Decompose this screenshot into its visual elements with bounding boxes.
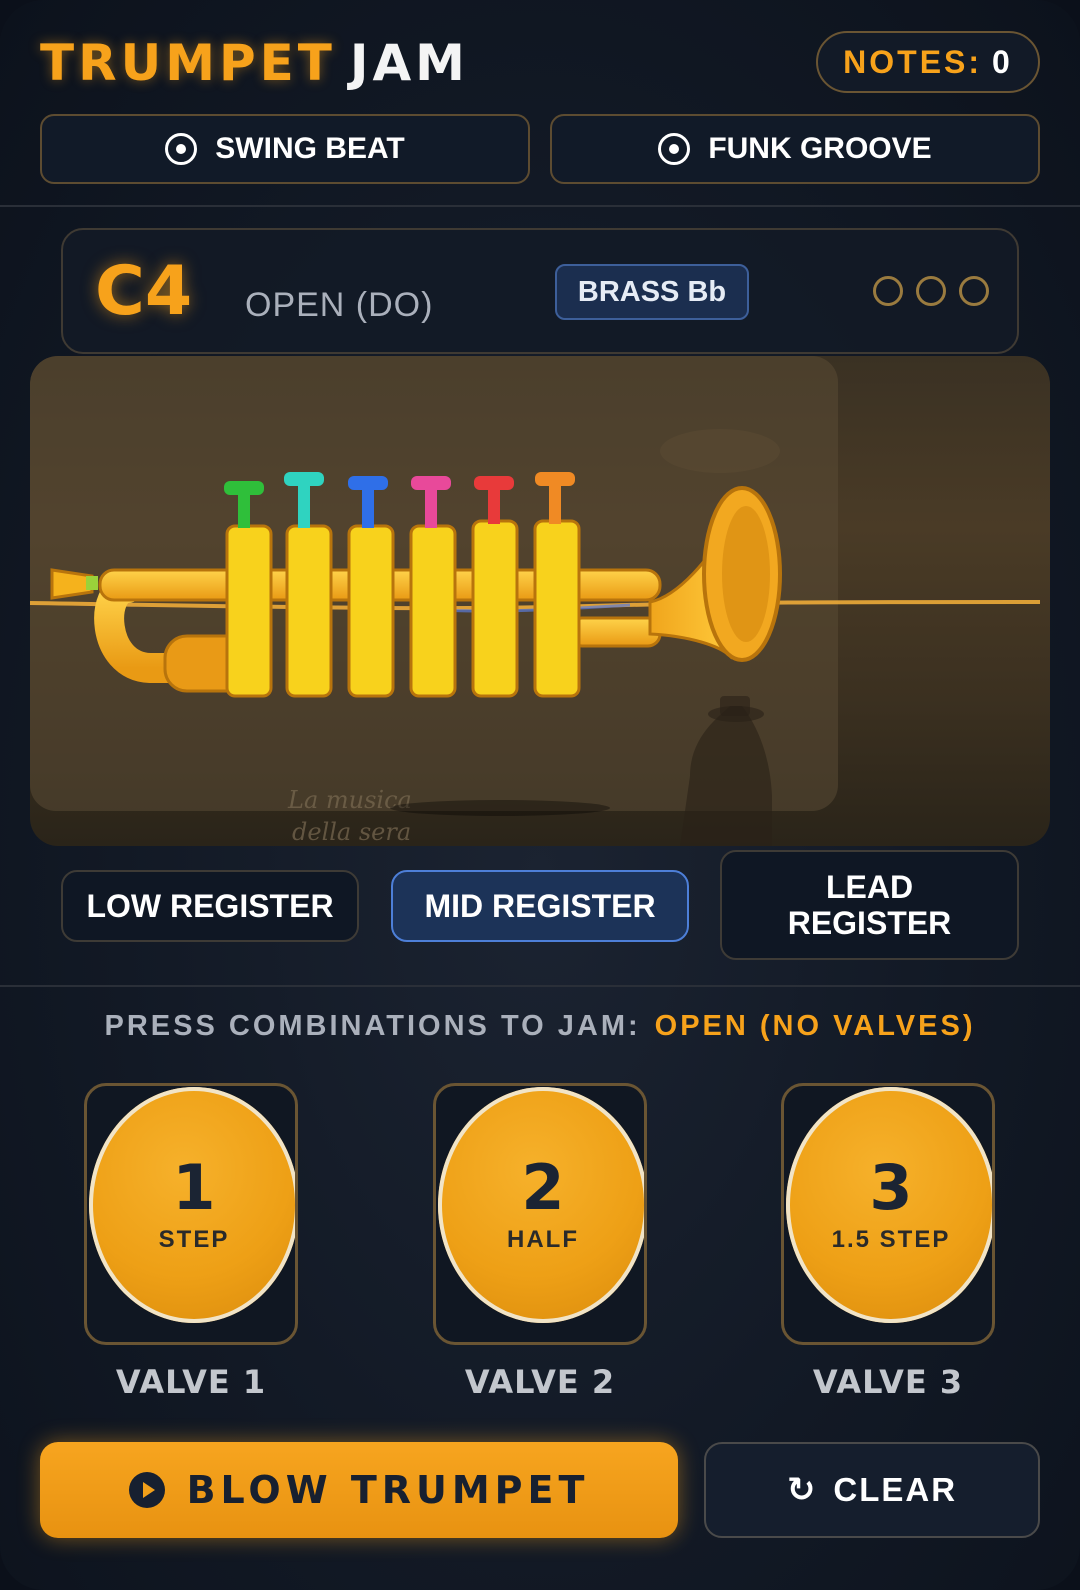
header-divider xyxy=(0,205,1080,207)
low-register-button[interactable]: LOW REGISTER xyxy=(61,870,359,942)
stage-light xyxy=(660,429,780,473)
clear-button[interactable]: ↻ CLEAR xyxy=(704,1442,1040,1538)
swing-beat-label: SWING BEAT xyxy=(215,132,405,165)
valve-1-sub: STEP xyxy=(158,1226,230,1253)
app-title-part1: TRUMPET xyxy=(40,34,336,92)
valve-3-number: 3 xyxy=(869,1151,913,1224)
hint-value: OPEN (NO VALVES) xyxy=(654,1010,976,1042)
app-title-part2: JAM xyxy=(349,34,469,92)
valve-1-frame: 1 STEP xyxy=(84,1083,298,1345)
current-note-panel: C4 OPEN (DO) BRASS Bb xyxy=(61,228,1019,354)
valve-indicator-1 xyxy=(873,276,903,306)
valve-3-sub: 1.5 STEP xyxy=(831,1226,951,1253)
current-note: C4 xyxy=(95,252,193,331)
instrument-badge: BRASS Bb xyxy=(555,264,749,320)
valve-indicators xyxy=(873,276,989,306)
valve-2-frame: 2 HALF xyxy=(433,1083,647,1345)
controls-divider xyxy=(0,985,1080,987)
trumpet-illustration: La musica della sera xyxy=(30,429,1041,846)
valve-indicator-2 xyxy=(916,276,946,306)
valve-1-number: 1 xyxy=(172,1151,216,1224)
valve-3: 3 1.5 STEP VALVE 3 xyxy=(781,1083,995,1401)
funk-groove-button[interactable]: FUNK GROOVE xyxy=(550,114,1040,184)
valve-1: 1 STEP VALVE 1 xyxy=(84,1083,298,1401)
blow-trumpet-button[interactable]: BLOW TRUMPET xyxy=(40,1442,678,1538)
valve-2-number: 2 xyxy=(521,1151,565,1224)
valve-cap-green xyxy=(224,481,264,495)
lead-register-label: LEAD REGISTER xyxy=(787,869,952,941)
play-icon xyxy=(128,1472,165,1508)
swing-beat-button[interactable]: SWING BEAT xyxy=(40,114,530,184)
notes-label: NOTES: xyxy=(843,43,983,80)
app-title: TRUMPET JAM xyxy=(40,34,469,92)
funk-groove-label: FUNK GROOVE xyxy=(708,132,932,165)
app-screen: TRUMPET JAM NOTES: 0 SWING BEAT FUNK GROO… xyxy=(0,0,1080,1590)
valve-3-label: VALVE 3 xyxy=(812,1363,964,1401)
clear-label: CLEAR xyxy=(833,1471,958,1508)
notes-count: 0 xyxy=(992,43,1013,80)
trumpet-stage: La musica della sera xyxy=(30,356,1050,846)
valve-1-button[interactable]: 1 STEP xyxy=(89,1087,295,1323)
lead-register-button[interactable]: LEAD REGISTER xyxy=(720,850,1019,960)
radio-icon xyxy=(658,133,691,165)
stage-sign-line2: della sera xyxy=(292,818,411,846)
valve-1-label: VALVE 1 xyxy=(115,1363,267,1401)
valve-indicator-3 xyxy=(959,276,989,306)
valve-3-frame: 3 1.5 STEP xyxy=(781,1083,995,1345)
radio-icon xyxy=(165,133,198,165)
valve-2: 2 HALF VALVE 2 xyxy=(433,1083,647,1401)
mid-register-button[interactable]: MID REGISTER xyxy=(391,870,689,942)
note-description: OPEN (DO) xyxy=(245,286,434,324)
refresh-icon: ↻ xyxy=(786,1470,818,1510)
notes-counter: NOTES: 0 xyxy=(816,31,1040,93)
valve-cap-pink xyxy=(411,476,451,490)
valve-cap-blue xyxy=(348,476,388,490)
combination-hint: PRESS COMBINATIONS TO JAM: OPEN (NO VALVE… xyxy=(0,1010,1080,1043)
valve-2-button[interactable]: 2 HALF xyxy=(438,1087,644,1323)
valve-cap-red xyxy=(474,476,514,490)
valve-2-label: VALVE 2 xyxy=(464,1363,616,1401)
musician-silhouette xyxy=(680,706,772,846)
hint-label: PRESS COMBINATIONS TO JAM: xyxy=(104,1010,641,1042)
valve-2-sub: HALF xyxy=(507,1226,579,1253)
valve-cap-orange xyxy=(535,472,575,486)
valve-3-button[interactable]: 3 1.5 STEP xyxy=(786,1087,992,1323)
valve-cap-teal xyxy=(284,472,324,486)
blow-trumpet-label: BLOW TRUMPET xyxy=(186,1468,590,1512)
